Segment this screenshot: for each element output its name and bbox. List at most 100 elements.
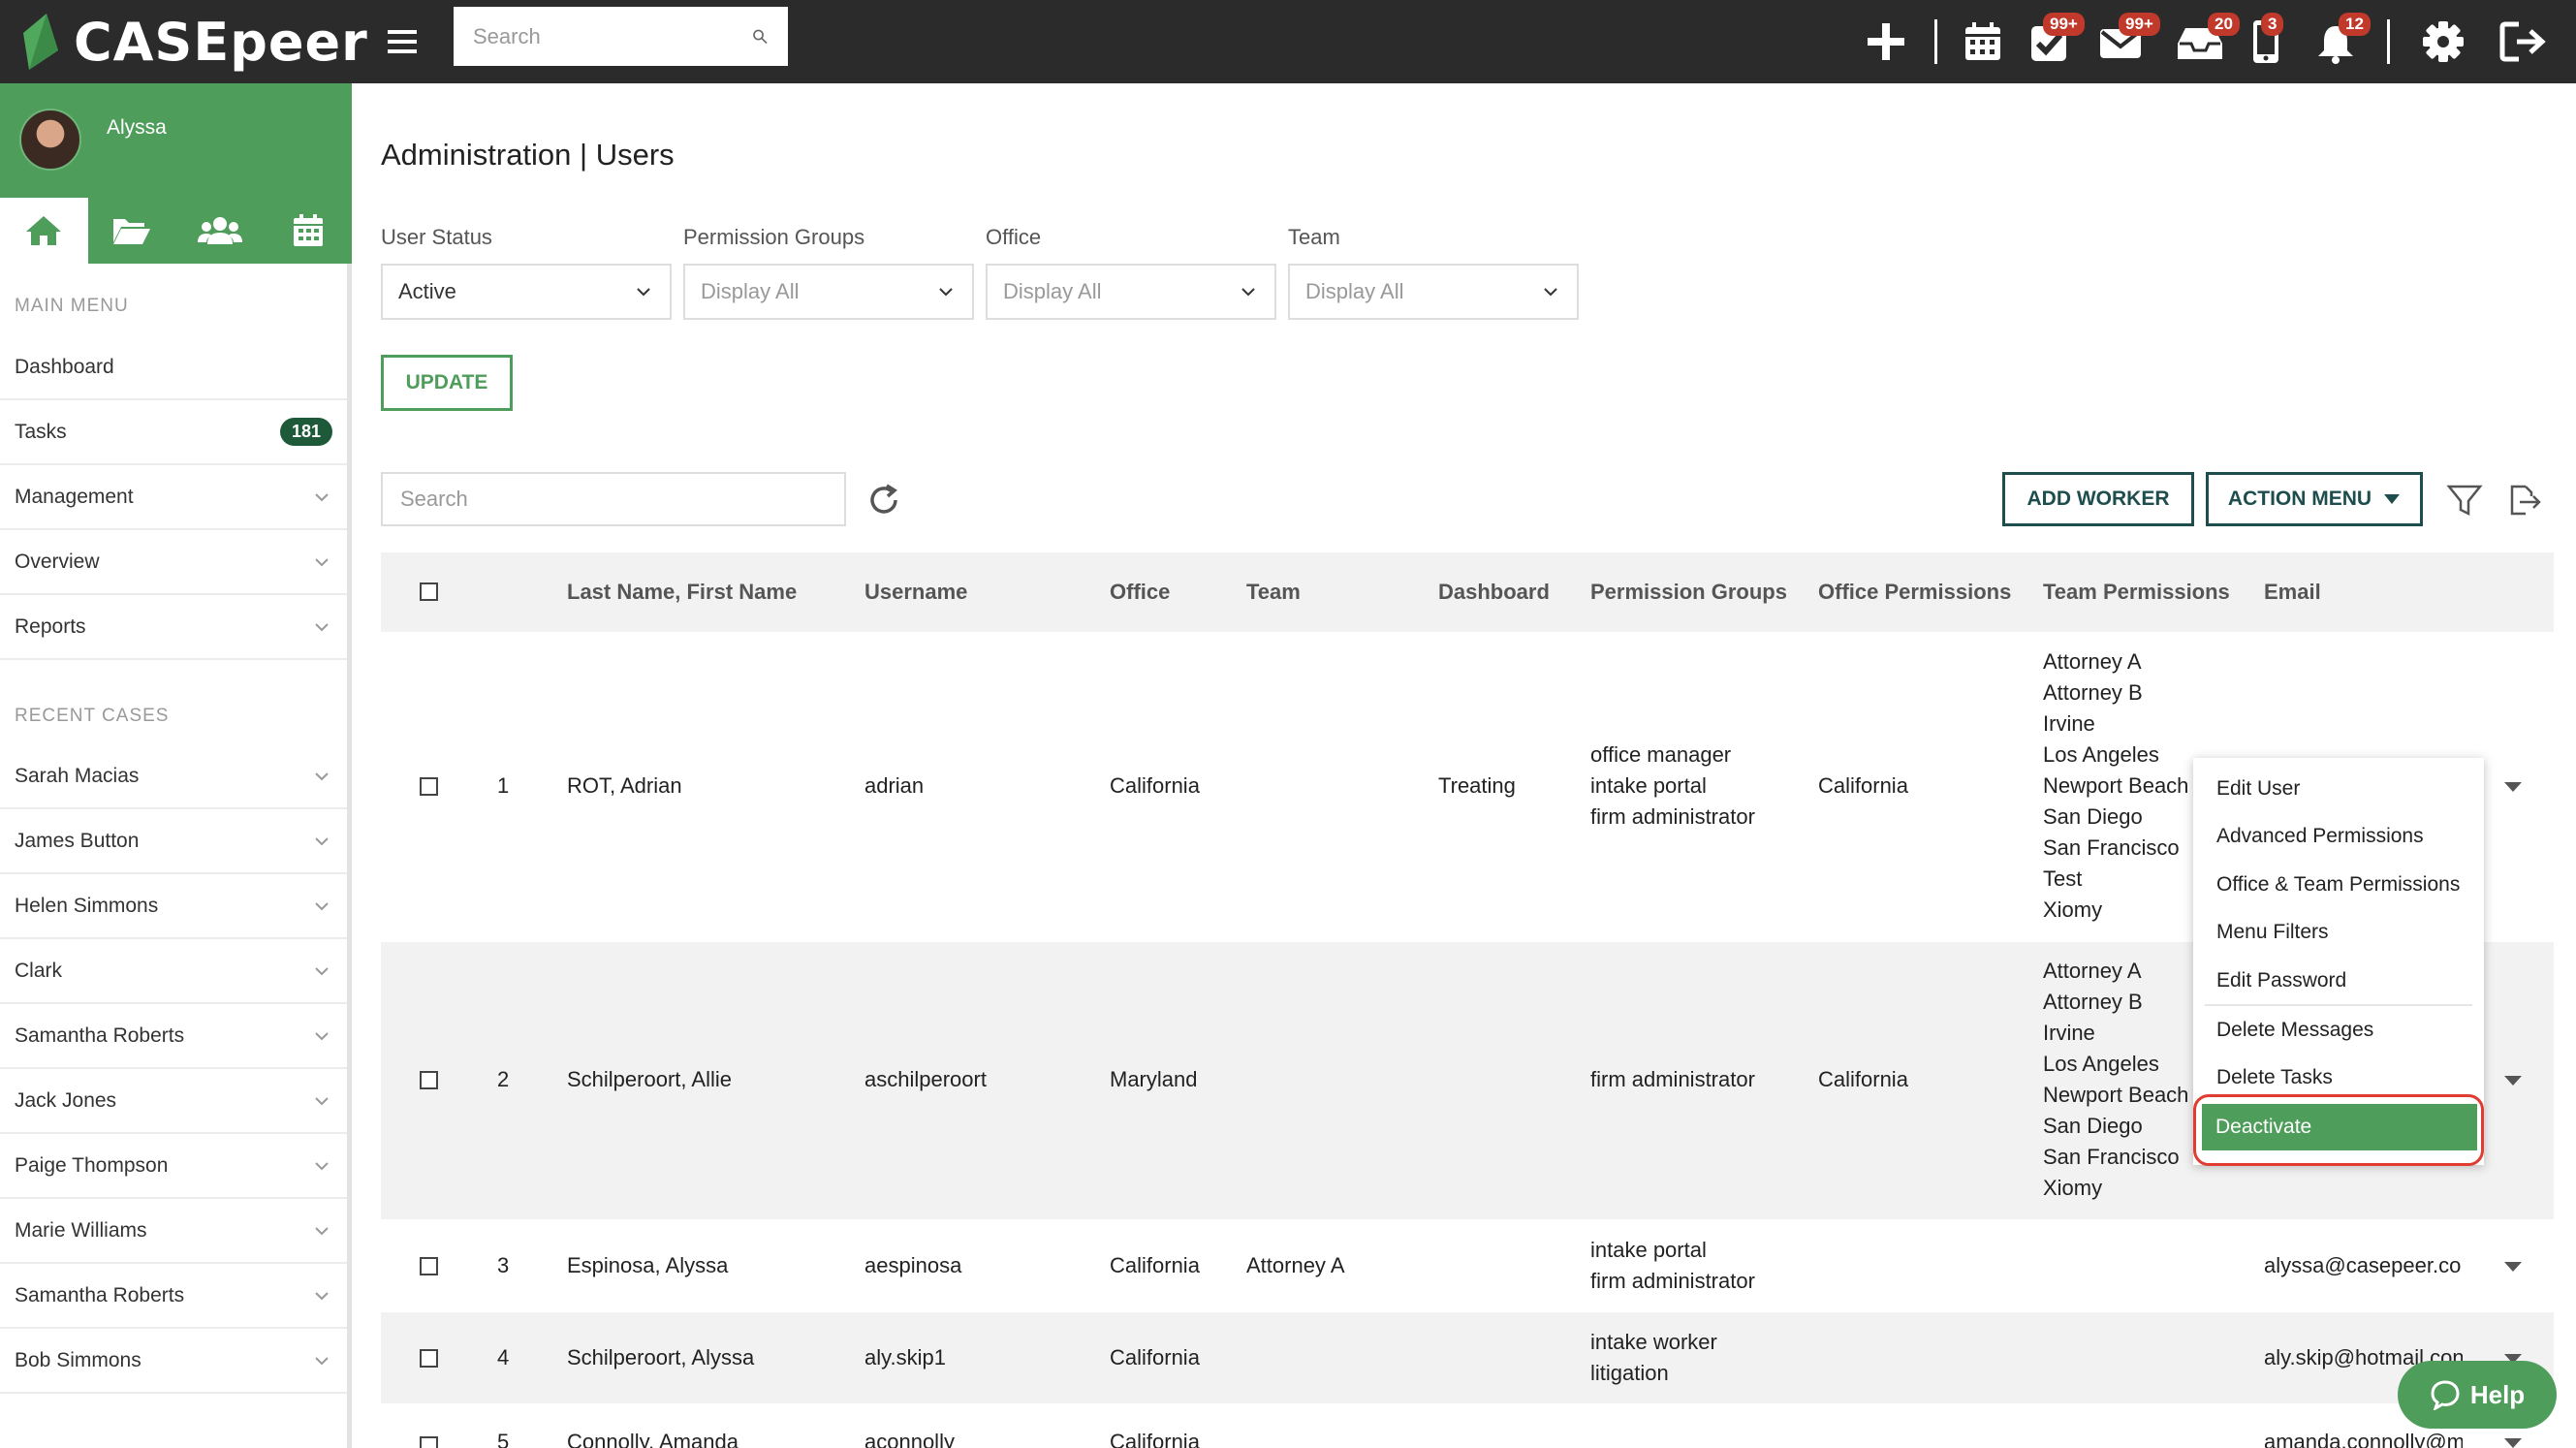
recent-case-item[interactable]: Samantha Roberts	[0, 1004, 347, 1069]
tab-cases[interactable]	[88, 198, 176, 264]
tab-contacts[interactable]	[176, 198, 265, 264]
menu-item-menu-filters[interactable]: Menu Filters	[2193, 908, 2484, 957]
office-permissions-cell: California	[1818, 1067, 1908, 1091]
sidebar-item-tasks[interactable]: Tasks 181	[0, 400, 347, 465]
logout-button[interactable]	[2496, 15, 2550, 69]
permission-groups-cell: office manager intake portal firm admini…	[1590, 740, 1755, 833]
recent-case-item[interactable]: Samantha Roberts	[0, 1264, 347, 1329]
avatar[interactable]	[19, 109, 81, 171]
chevron-down-icon[interactable]	[311, 1025, 332, 1047]
column-header-office-permissions[interactable]: Office Permissions	[1818, 580, 2011, 605]
sidebar: Alyssa MAIN MENU Dashboard Tasks 181 Man…	[0, 83, 352, 1448]
menu-item-advanced-permissions[interactable]: Advanced Permissions	[2193, 812, 2484, 861]
global-search-input[interactable]	[473, 23, 752, 49]
action-menu-button[interactable]: ACTION MENU	[2206, 472, 2423, 526]
recent-case-item[interactable]: Sarah Macias	[0, 744, 347, 809]
chevron-down-icon[interactable]	[311, 960, 332, 982]
select-all-checkbox[interactable]	[420, 582, 438, 601]
column-header-username[interactable]: Username	[864, 580, 967, 605]
sidebar-item-reports[interactable]: Reports	[0, 595, 347, 660]
refresh-icon[interactable]	[865, 482, 902, 519]
recent-case-label: Helen Simmons	[15, 894, 159, 917]
chevron-down-icon[interactable]	[311, 1285, 332, 1306]
table-row[interactable]: 3 Espinosa, Alyssa aespinosa California …	[381, 1219, 2554, 1312]
permission-groups-select[interactable]: Display All	[683, 264, 974, 320]
column-header-permission-groups[interactable]: Permission Groups	[1590, 580, 1787, 605]
team-select[interactable]: Display All	[1288, 264, 1579, 320]
recent-case-item[interactable]: Marie Williams	[0, 1199, 347, 1264]
office-select[interactable]: Display All	[986, 264, 1276, 320]
row-checkbox[interactable]	[420, 1436, 438, 1448]
sidebar-item-overview[interactable]: Overview	[0, 530, 347, 595]
update-button[interactable]: UPDATE	[381, 355, 513, 411]
username-cell: aschilperoort	[864, 1067, 987, 1091]
menu-item-office-team-permissions[interactable]: Office & Team Permissions	[2193, 861, 2484, 909]
recent-case-item[interactable]: Jack Jones	[0, 1069, 347, 1134]
permission-group: firm administrator	[1590, 1067, 1755, 1091]
row-checkbox[interactable]	[420, 1071, 438, 1089]
hamburger-menu-icon[interactable]	[380, 19, 424, 64]
search-icon[interactable]	[752, 24, 769, 49]
column-header-dashboard[interactable]: Dashboard	[1438, 580, 1550, 605]
tasks-count-badge: 181	[279, 418, 332, 446]
chevron-down-icon	[939, 288, 953, 297]
permission-group: intake portal	[1590, 1238, 1707, 1262]
row-number: 1	[497, 773, 510, 798]
recent-case-label: Paige Thompson	[15, 1153, 169, 1177]
row-number: 2	[497, 1067, 510, 1091]
permission-groups-cell: intake worker litigation	[1590, 1327, 1717, 1389]
row-checkbox[interactable]	[420, 1349, 438, 1368]
row-menu-caret-icon[interactable]	[2501, 1259, 2525, 1275]
column-header-name[interactable]: Last Name, First Name	[567, 580, 797, 605]
help-button[interactable]: Help	[2398, 1361, 2557, 1429]
menu-item-edit-password[interactable]: Edit Password	[2193, 957, 2484, 1005]
chevron-down-icon[interactable]	[311, 1155, 332, 1177]
tab-calendar[interactable]	[264, 198, 352, 264]
global-search[interactable]	[454, 7, 788, 66]
row-number: 5	[497, 1430, 510, 1448]
sidebar-item-management[interactable]: Management	[0, 465, 347, 530]
table-row[interactable]: 4 Schilperoort, Alyssa aly.skip1 Califor…	[381, 1312, 2554, 1403]
recent-case-item[interactable]: Helen Simmons	[0, 874, 347, 939]
settings-button[interactable]	[2416, 15, 2470, 69]
recent-case-item[interactable]: Bob Simmons	[0, 1329, 347, 1394]
export-icon[interactable]	[2504, 481, 2543, 519]
highlight-annotation	[2193, 1094, 2484, 1166]
sidebar-item-dashboard[interactable]: Dashboard	[0, 335, 347, 400]
menu-item-edit-user[interactable]: Edit User	[2193, 765, 2484, 813]
row-menu-caret-icon[interactable]	[2501, 1073, 2525, 1088]
add-new-button[interactable]	[1859, 15, 1913, 69]
recent-case-item[interactable]: James Button	[0, 809, 347, 874]
column-header-team-permissions[interactable]: Team Permissions	[2043, 580, 2230, 605]
team-permission: Irvine	[2043, 711, 2095, 736]
tab-home[interactable]	[0, 198, 88, 264]
table-search[interactable]	[381, 472, 846, 526]
row-menu-caret-icon[interactable]	[2501, 779, 2525, 795]
team-permission: Newport Beach	[2043, 773, 2189, 798]
chevron-down-icon[interactable]	[311, 1350, 332, 1371]
casepeer-logo[interactable]: CASEpeer	[19, 4, 368, 79]
user-name-cell: Espinosa, Alyssa	[567, 1253, 729, 1277]
chevron-down-icon[interactable]	[311, 766, 332, 787]
chevron-down-icon[interactable]	[311, 896, 332, 917]
chevron-down-icon[interactable]	[311, 831, 332, 852]
filter-funnel-icon[interactable]	[2445, 481, 2484, 519]
recent-case-item[interactable]: Clark	[0, 939, 347, 1004]
row-menu-caret-icon[interactable]	[2501, 1435, 2525, 1448]
chevron-down-icon[interactable]	[311, 1220, 332, 1242]
recent-case-item[interactable]: Paige Thompson	[0, 1134, 347, 1199]
chevron-down-icon[interactable]	[311, 1090, 332, 1112]
user-status-select[interactable]: Active	[381, 264, 672, 320]
column-header-team[interactable]: Team	[1246, 580, 1301, 605]
menu-item-delete-messages[interactable]: Delete Messages	[2193, 1006, 2484, 1055]
row-checkbox[interactable]	[420, 1257, 438, 1275]
notifications-count-badge: 12	[2339, 13, 2371, 36]
row-checkbox[interactable]	[420, 777, 438, 796]
user-name[interactable]: Alyssa	[107, 116, 167, 140]
add-worker-button[interactable]: ADD WORKER	[2002, 472, 2194, 526]
table-row[interactable]: 5 Connolly, Amanda aconnolly California …	[381, 1403, 2554, 1448]
column-header-office[interactable]: Office	[1110, 580, 1170, 605]
table-search-input[interactable]	[400, 487, 827, 512]
column-header-email[interactable]: Email	[2264, 580, 2321, 605]
calendar-button[interactable]	[1956, 15, 2010, 69]
